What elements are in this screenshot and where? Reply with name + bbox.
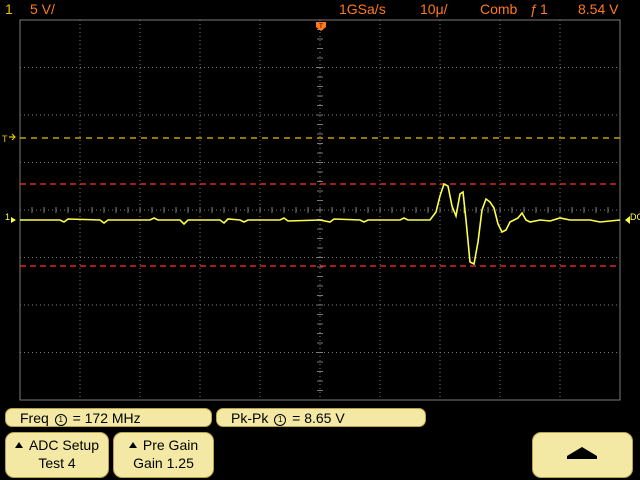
softkey-value: Gain 1.25 bbox=[133, 455, 194, 471]
return-softkey[interactable] bbox=[532, 432, 633, 478]
freq-value: = 172 MHz bbox=[72, 410, 141, 426]
trigger-edge-icon: ƒ bbox=[530, 1, 538, 17]
up-triangle-icon bbox=[128, 442, 137, 448]
channel-ground-marker: 1 bbox=[5, 212, 10, 222]
volts-per-div: 5 V/ bbox=[30, 1, 55, 17]
coupling-marker: DC bbox=[630, 212, 640, 222]
trigger-mode: Comb bbox=[480, 1, 518, 17]
frequency-measurement: Freq 1 = 172 MHz bbox=[5, 408, 212, 427]
pkpk-label: Pk-Pk bbox=[231, 410, 269, 426]
softkey-label: Pre Gain bbox=[142, 437, 199, 453]
channel-number: 1 bbox=[5, 1, 13, 17]
channel-1-circle-icon: 1 bbox=[274, 414, 287, 426]
trigger-level-marker: T bbox=[2, 134, 8, 144]
peak-to-peak-measurement: Pk-Pk 1 = 8.65 V bbox=[216, 408, 426, 427]
time-per-div: 10μ/ bbox=[420, 1, 448, 17]
softkey-label: ADC Setup bbox=[28, 437, 100, 453]
trigger-level-arrow-icon bbox=[9, 133, 16, 141]
sample-rate: 1GSa/s bbox=[339, 1, 386, 17]
up-arrow-icon bbox=[567, 447, 597, 456]
freq-label: Freq bbox=[20, 410, 49, 426]
graticule bbox=[19, 19, 621, 401]
up-triangle-icon bbox=[14, 442, 23, 448]
channel-ground-arrow-icon bbox=[11, 217, 16, 223]
trigger-channel: 1 bbox=[540, 1, 548, 17]
trigger-position-label: T bbox=[319, 24, 323, 30]
status-bar: 1 5 V/ 1GSa/s 10μ/ Comb ƒ 1 8.54 V bbox=[0, 0, 640, 20]
softkey-value: Test 4 bbox=[38, 455, 76, 471]
trigger-level: 8.54 V bbox=[578, 1, 619, 17]
pre-gain-softkey[interactable]: Pre Gain Gain 1.25 bbox=[113, 432, 214, 478]
channel-1-circle-icon: 1 bbox=[54, 414, 67, 426]
adc-setup-softkey[interactable]: ADC Setup Test 4 bbox=[5, 432, 109, 478]
pkpk-value: = 8.65 V bbox=[292, 410, 345, 426]
